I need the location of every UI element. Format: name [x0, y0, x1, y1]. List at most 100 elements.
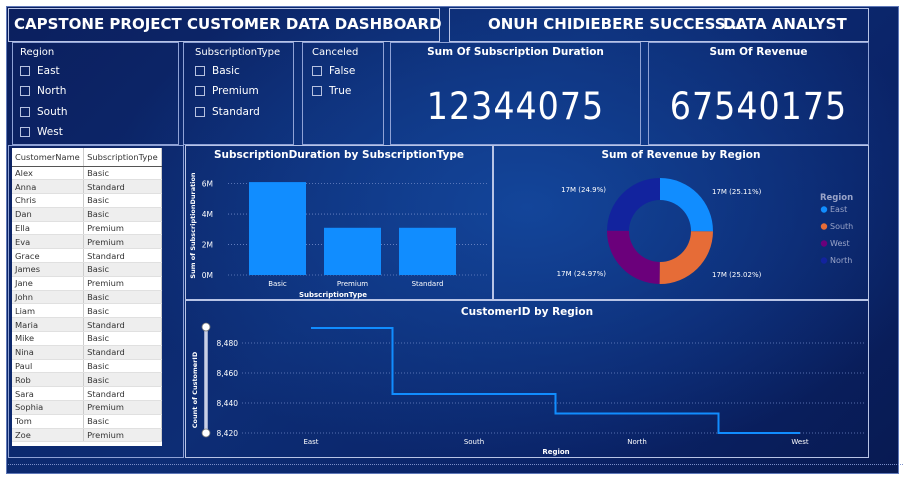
customer-name-cell: Mike — [12, 331, 85, 346]
customer-name-cell: Zoe — [12, 428, 85, 443]
subscription-slicer[interactable]: SubscriptionType Basic Premium Standard — [183, 42, 294, 145]
subscription-type-cell: Premium — [83, 400, 162, 415]
revenue-kpi-title: Sum Of Revenue — [709, 46, 808, 58]
x-axis-title: Region — [542, 448, 569, 456]
canceled-option-false[interactable]: False — [312, 65, 355, 77]
table-row[interactable]: Sophia Premium — [12, 400, 162, 415]
y-tick-label: 2M — [202, 241, 213, 250]
donut-chart[interactable]: 17M (25.11%) 17M (25.02%) 17M (24.97%) 17M … — [494, 146, 868, 299]
duration-kpi-value: 12344075 — [426, 85, 605, 128]
option-label: True — [329, 85, 352, 97]
subscription-option-basic[interactable]: Basic — [195, 65, 240, 77]
customer-table[interactable]: CustomerName SubscriptionType Alex Basic A… — [12, 148, 162, 446]
subscription-type-cell: Standard — [83, 386, 162, 402]
customer-name-cell: Eva — [12, 234, 85, 250]
table-row[interactable]: James Basic — [12, 262, 162, 277]
x-tick-label: West — [791, 438, 808, 446]
slice-north — [607, 178, 660, 231]
table-row[interactable]: Alex Basic — [12, 166, 162, 181]
customer-table-grid: CustomerName SubscriptionType Alex Basic A… — [12, 148, 162, 443]
y-tick-label: 8,460 — [217, 369, 239, 378]
customer-name-cell: Sara — [12, 386, 85, 402]
region-option-south[interactable]: South — [20, 106, 68, 118]
customer-name-cell: Rob — [12, 372, 85, 388]
table-row[interactable]: Zoe Premium — [12, 428, 162, 443]
legend-marker-south — [820, 223, 828, 230]
region-option-west[interactable]: West — [20, 126, 63, 138]
checkbox[interactable] — [312, 66, 322, 76]
canceled-option-true[interactable]: True — [312, 85, 351, 97]
checkbox[interactable] — [195, 107, 205, 117]
subscription-option-premium[interactable]: Premium — [195, 85, 259, 97]
canceled-slicer[interactable]: Canceled False True — [302, 42, 384, 145]
slice-west — [607, 230, 660, 284]
customer-name-cell: Liam — [12, 303, 85, 319]
subscription-type-cell: Basic — [83, 372, 162, 388]
region-slicer[interactable]: Region East North South West — [12, 42, 179, 145]
checkbox[interactable] — [20, 66, 30, 76]
title-card: CAPSTONE PROJECT CUSTOMER DATA DASHBOARD — [8, 8, 442, 42]
table-row[interactable]: Chris Basic — [12, 193, 162, 208]
region-option-east[interactable]: East — [20, 65, 60, 77]
customer-name-cell: James — [12, 262, 85, 277]
checkbox[interactable] — [20, 86, 30, 96]
table-row[interactable]: Ella Premium — [12, 221, 162, 236]
table-row[interactable]: Eva Premium — [12, 234, 162, 250]
y-tick-label: 8,420 — [217, 429, 239, 438]
subscription-type-cell: Standard — [83, 317, 162, 333]
table-row[interactable]: Paul Basic — [12, 359, 162, 374]
revenue-kpi-value: 67540175 — [669, 85, 848, 128]
subscription-type-cell: Basic — [83, 262, 162, 277]
table-row[interactable]: John Basic — [12, 290, 162, 305]
subscription-option-standard[interactable]: Standard — [195, 106, 260, 118]
region-slicer-title: Region — [20, 47, 55, 58]
canvas-bottom-border — [8, 464, 903, 465]
subscription-type-cell: Basic — [83, 207, 162, 222]
customer-name-cell: Dan — [12, 207, 85, 222]
y-tick-label: 6M — [202, 180, 213, 189]
customer-name-cell: John — [12, 290, 85, 305]
subscription-type-cell: Premium — [83, 428, 162, 443]
checkbox[interactable] — [195, 66, 205, 76]
table-header-row: CustomerName SubscriptionType — [12, 148, 162, 167]
x-tick-label: Basic — [268, 280, 287, 288]
zoom-slider-handle-top — [201, 322, 211, 332]
customer-name-cell: Maria — [12, 317, 85, 333]
canceled-slicer-title: Canceled — [312, 47, 359, 58]
customer-name-cell: Alex — [12, 166, 85, 181]
column-header-customer-name[interactable]: CustomerName — [12, 148, 85, 167]
option-label: Standard — [212, 106, 260, 118]
line-chart[interactable]: 8,420 8,440 8,460 8,480 East South North West Re… — [186, 301, 868, 457]
table-row[interactable]: Rob Basic — [12, 372, 162, 388]
duration-kpi-title: Sum Of Subscription Duration — [427, 46, 604, 58]
checkbox[interactable] — [195, 86, 205, 96]
checkbox[interactable] — [312, 86, 322, 96]
dashboard-title: CAPSTONE PROJECT CUSTOMER DATA DASHBOARD — [14, 15, 442, 33]
option-label: Premium — [212, 85, 259, 97]
region-option-north[interactable]: North — [20, 85, 66, 97]
table-row[interactable]: Grace Standard — [12, 248, 162, 264]
table-row[interactable]: Tom Basic — [12, 414, 162, 429]
table-row[interactable]: Dan Basic — [12, 207, 162, 222]
legend-marker-north — [820, 257, 828, 264]
bar-chart[interactable]: 0M2M4M6MBasic Premium StandardSubscription… — [186, 146, 492, 299]
table-row[interactable]: Liam Basic — [12, 303, 162, 319]
table-row[interactable]: Mike Basic — [12, 331, 162, 346]
legend-label: East — [830, 205, 847, 214]
subscription-type-cell: Standard — [83, 345, 162, 360]
table-row[interactable]: Sara Standard — [12, 386, 162, 402]
author-role: DATA ANALYST — [723, 15, 847, 33]
table-row[interactable]: Maria Standard — [12, 317, 162, 333]
table-row[interactable]: Nina Standard — [12, 345, 162, 360]
table-row[interactable]: Anna Standard — [12, 179, 162, 195]
table-row[interactable]: Jane Premium — [12, 276, 162, 291]
checkbox[interactable] — [20, 127, 30, 137]
option-label: False — [329, 65, 356, 77]
subscription-type-cell: Premium — [83, 221, 162, 236]
checkbox[interactable] — [20, 107, 30, 117]
y-axis-title: Sum of SubscriptionDuration — [189, 172, 197, 279]
zoom-slider-handle-bottom — [201, 428, 211, 438]
column-header-subscription-type[interactable]: SubscriptionType — [83, 148, 162, 167]
subscription-type-cell: Basic — [83, 193, 162, 208]
option-label: North — [37, 85, 67, 97]
